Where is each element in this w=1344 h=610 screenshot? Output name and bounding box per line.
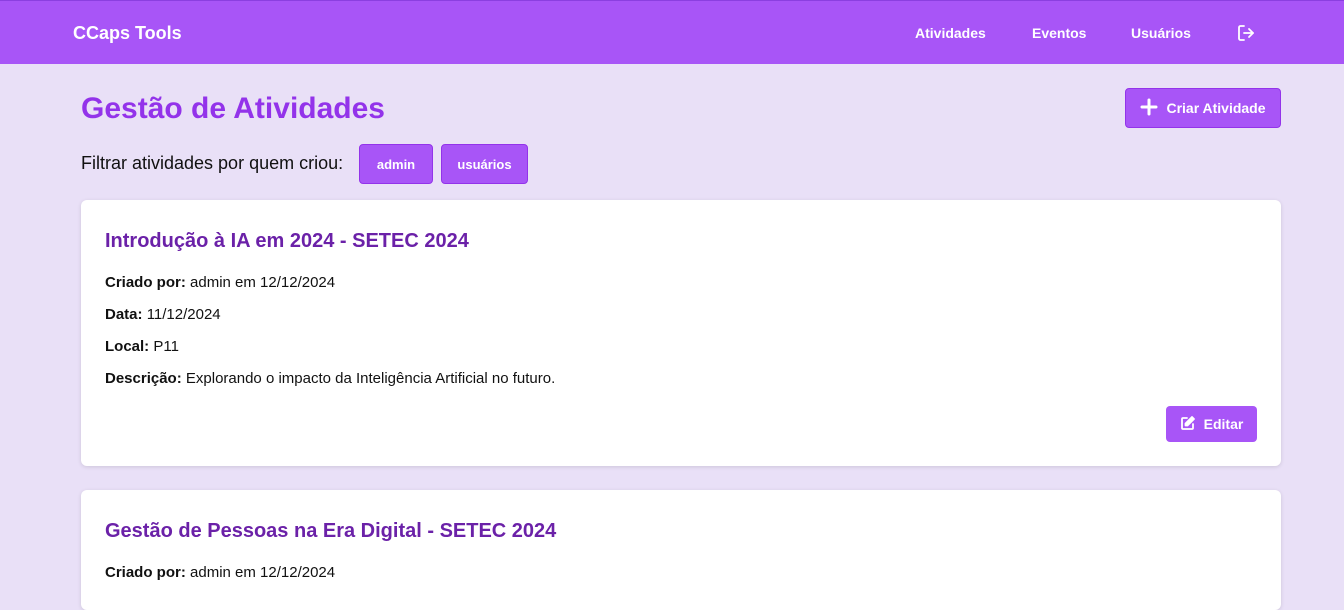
- created-by-value: admin em 12/12/2024: [190, 274, 336, 291]
- activity-title: Introdução à IA em 2024 - SETEC 2024: [105, 230, 469, 252]
- activity-created-by: Criado por: admin em 12/12/2024: [105, 274, 335, 291]
- date-label: Data:: [105, 306, 143, 323]
- nav-link-usuarios[interactable]: Usuários: [1131, 25, 1191, 41]
- navbar: CCaps Tools Atividades Eventos Usuários: [0, 0, 1344, 64]
- edit-icon: [1180, 415, 1196, 434]
- filter-label: Filtrar atividades por quem criou:: [81, 153, 344, 173]
- activity-created-by: Criado por: admin em 12/12/2024: [105, 564, 335, 581]
- description-value: Explorando o impacto da Inteligência Art…: [185, 370, 556, 387]
- nav-link-atividades[interactable]: Atividades: [915, 25, 986, 41]
- activity-title: Gestão de Pessoas na Era Digital - SETEC…: [105, 520, 557, 542]
- description-label: Descrição:: [105, 370, 182, 387]
- logout-icon[interactable]: [1236, 23, 1256, 43]
- page-title: Gestão de Atividades: [81, 92, 385, 125]
- created-by-label: Criado por:: [105, 564, 186, 581]
- nav-link-eventos[interactable]: Eventos: [1032, 25, 1086, 41]
- activity-date: Data: 11/12/2024: [105, 306, 221, 323]
- create-activity-label: Criar Atividade: [1166, 100, 1266, 116]
- activity-card: Introdução à IA em 2024 - SETEC 2024 Cri…: [81, 200, 1281, 466]
- edit-button[interactable]: Editar: [1166, 406, 1257, 442]
- created-by-value: admin em 12/12/2024: [190, 564, 336, 581]
- date-value: 11/12/2024: [146, 306, 221, 323]
- place-value: P11: [153, 338, 179, 355]
- place-label: Local:: [105, 338, 150, 355]
- activity-place: Local: P11: [105, 338, 179, 355]
- created-by-label: Criado por:: [105, 274, 186, 291]
- edit-label: Editar: [1203, 416, 1244, 432]
- filter-users-button[interactable]: usuários: [441, 144, 528, 184]
- brand-logo[interactable]: CCaps Tools: [73, 23, 182, 44]
- activity-card: Gestão de Pessoas na Era Digital - SETEC…: [81, 490, 1281, 610]
- plus-icon: [1140, 98, 1158, 119]
- activity-description: Descrição: Explorando o impacto da Intel…: [105, 370, 555, 387]
- filter-admin-button[interactable]: admin: [359, 144, 433, 184]
- create-activity-button[interactable]: Criar Atividade: [1125, 88, 1281, 128]
